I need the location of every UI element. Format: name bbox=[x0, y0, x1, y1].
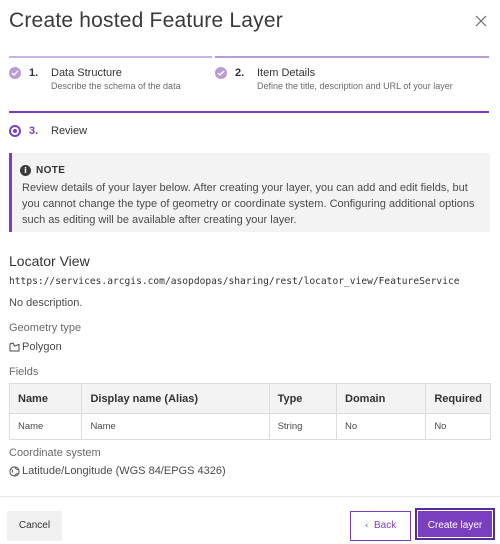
info-icon: i bbox=[20, 165, 31, 176]
dialog-header: Create hosted Feature Layer bbox=[0, 0, 500, 44]
column-header: Domain bbox=[335, 383, 427, 414]
table-header-row: Name Display name (Alias) Type Domain Re… bbox=[8, 383, 491, 414]
close-icon bbox=[475, 15, 487, 27]
geometry-type-value: Polygon bbox=[9, 341, 62, 353]
fields-table: Name Display name (Alias) Type Domain Re… bbox=[8, 383, 491, 440]
fields-label: Fields bbox=[9, 366, 39, 378]
check-icon bbox=[9, 67, 21, 79]
chevron-left-icon: ‹ bbox=[364, 521, 369, 531]
layer-url: https://services.arcgis.com/asopdopas/sh… bbox=[9, 276, 460, 287]
table-cell: No bbox=[335, 413, 427, 440]
table-cell: String bbox=[268, 413, 338, 440]
step-progress-bar bbox=[9, 111, 489, 113]
step-description: Define the title, description and URL of… bbox=[257, 81, 453, 91]
polygon-icon bbox=[9, 342, 20, 352]
step-number: 2. bbox=[235, 67, 245, 79]
geometry-type-text: Polygon bbox=[22, 341, 62, 353]
back-button[interactable]: ‹ Back bbox=[350, 511, 411, 541]
table-cell: Name bbox=[81, 413, 270, 440]
dialog-title: Create hosted Feature Layer bbox=[9, 9, 283, 32]
column-header: Name bbox=[8, 383, 83, 414]
layer-name: Locator View bbox=[9, 253, 90, 269]
step-review[interactable]: 3. Review bbox=[9, 111, 489, 143]
notice-body: Review details of your layer below. Afte… bbox=[22, 182, 475, 226]
step-progress-bar bbox=[215, 56, 489, 58]
notice-title: NOTE bbox=[36, 165, 66, 176]
step-number: 3. bbox=[29, 125, 39, 137]
layer-description: No description. bbox=[9, 297, 83, 309]
dialog-content[interactable]: 1. Data Structure Describe the schema of… bbox=[0, 44, 500, 496]
column-header: Display name (Alias) bbox=[81, 383, 270, 414]
create-layer-button[interactable]: Create layer bbox=[415, 508, 495, 540]
globe-icon bbox=[9, 465, 20, 477]
create-layer-dialog: Create hosted Feature Layer 1. Data Stru… bbox=[0, 0, 500, 544]
dialog-footer: Cancel ‹ Back Create layer bbox=[0, 496, 500, 544]
geometry-type-label: Geometry type bbox=[9, 322, 82, 334]
step-title: Item Details bbox=[257, 67, 316, 79]
step-item-details[interactable]: 2. Item Details Define the title, descri… bbox=[215, 56, 489, 101]
active-step-icon bbox=[9, 125, 21, 137]
check-icon bbox=[215, 67, 227, 79]
coordinate-system-text: Latitude/Longitude (WGS 84/EPGS 4326) bbox=[22, 465, 226, 477]
step-title: Data Structure bbox=[51, 67, 122, 79]
notice-panel: i NOTE Review details of your layer belo… bbox=[9, 153, 490, 232]
cancel-button[interactable]: Cancel bbox=[7, 511, 62, 541]
table-row: Name Name String No No bbox=[8, 413, 491, 440]
step-description: Describe the schema of the data bbox=[51, 81, 181, 91]
coordinate-system-value: Latitude/Longitude (WGS 84/EPGS 4326) bbox=[9, 465, 226, 477]
step-progress-bar bbox=[9, 56, 212, 58]
back-button-label: Back bbox=[373, 520, 397, 531]
close-button[interactable] bbox=[470, 10, 492, 32]
table-cell: No bbox=[425, 413, 491, 440]
table-cell: Name bbox=[8, 413, 83, 440]
coordinate-system-label: Coordinate system bbox=[9, 447, 101, 459]
step-data-structure[interactable]: 1. Data Structure Describe the schema of… bbox=[9, 56, 212, 101]
step-number: 1. bbox=[29, 67, 39, 79]
column-header: Required bbox=[425, 383, 491, 414]
step-title: Review bbox=[51, 125, 88, 137]
column-header: Type bbox=[268, 383, 338, 414]
